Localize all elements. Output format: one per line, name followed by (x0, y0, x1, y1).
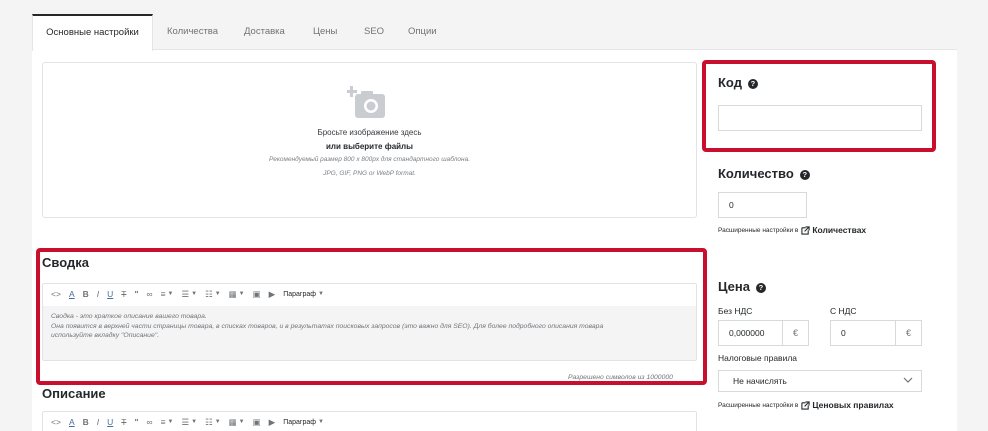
price-with-vat-value: 0 (841, 328, 846, 338)
italic-icon[interactable]: I (97, 417, 99, 427)
chevron-down-icon (903, 377, 913, 383)
text-color-icon[interactable]: A (69, 417, 75, 427)
quantity-title-text: Количество (718, 166, 794, 181)
paragraph-dropdown[interactable]: Параграф ▼ (283, 419, 324, 426)
image-dropzone[interactable]: Бросьте изображение здесь или выберите ф… (42, 62, 697, 218)
italic-icon[interactable]: I (97, 289, 99, 299)
quantity-input[interactable]: 0 (718, 192, 807, 218)
tax-rules-label: Налоговые правила (718, 353, 798, 363)
strikethrough-icon[interactable]: T (121, 289, 126, 299)
help-icon[interactable]: ? (755, 282, 766, 293)
tab-options[interactable]: Опции (408, 14, 437, 51)
align-icon[interactable]: ≡ ▼ (161, 417, 174, 427)
help-icon[interactable]: ? (799, 169, 810, 180)
price-without-vat-label: Без НДС (718, 306, 753, 316)
tab-shipping[interactable]: Доставка (244, 14, 285, 51)
quote-icon[interactable]: " (134, 289, 138, 299)
external-link-icon (801, 225, 810, 235)
external-link-icon (801, 400, 810, 410)
quantity-title: Количество? (718, 166, 810, 181)
media-icon[interactable]: ▶ (269, 417, 276, 428)
price-rules-link-text: Ценовых правилах (812, 400, 894, 410)
tab-quantities[interactable]: Количества (167, 14, 218, 51)
image-icon[interactable]: ▣ (253, 289, 261, 300)
currency-unit: € (895, 321, 921, 345)
tax-rules-value: Не начислять (733, 376, 787, 386)
strikethrough-icon[interactable]: T (121, 417, 126, 427)
summary-text-line: используйте вкладку "Описание". (51, 332, 160, 339)
tab-bar: Основные настройки Количества Доставка Ц… (32, 14, 957, 51)
numbered-list-icon[interactable]: ☷ ▼ (205, 417, 221, 428)
summary-toolbar: <> A B I U T " ∞ ≡ ▼ ☰ ▼ ☷ ▼ ▦ ▼ ▣ ▶ Парагра… (43, 284, 696, 304)
price-rules-link[interactable]: Ценовых правилах (801, 400, 894, 410)
description-toolbar: <> A B I U T " ∞ ≡ ▼ ☰ ▼ ☷ ▼ ▦ ▼ ▣ ▶ Парагра… (43, 412, 696, 431)
description-title: Описание (42, 386, 106, 401)
price-without-vat-input[interactable]: 0,000000 € (718, 320, 809, 346)
tax-rules-select[interactable]: Не начислять (718, 370, 922, 392)
dropzone-hint: Рекомендуемый размер 800 x 800px для ста… (268, 156, 471, 163)
currency-unit: € (782, 321, 808, 345)
paragraph-dropdown[interactable]: Параграф ▼ (283, 291, 324, 298)
image-icon[interactable]: ▣ (253, 417, 261, 428)
bullet-list-icon[interactable]: ☰ ▼ (181, 289, 197, 300)
code-input[interactable] (718, 105, 922, 131)
help-icon[interactable]: ? (747, 78, 758, 89)
dropzone-text: Бросьте изображение здесь (317, 128, 422, 137)
link-icon[interactable]: ∞ (147, 289, 153, 299)
bold-icon[interactable]: B (83, 289, 89, 299)
text-color-icon[interactable]: A (69, 289, 75, 299)
quantity-note-text: Расширенные настройки в (718, 226, 799, 234)
quote-icon[interactable]: " (134, 417, 138, 427)
dropzone-formats: JPG, GIF, PNG or WebP format. (323, 170, 416, 177)
bold-icon[interactable]: B (83, 417, 89, 427)
underline-icon[interactable]: U (107, 289, 113, 299)
bullet-list-icon[interactable]: ☰ ▼ (181, 417, 197, 428)
price-note-text: Расширенные настройки в (718, 401, 799, 409)
code-title: Код? (718, 75, 758, 90)
code-view-icon[interactable]: <> (51, 289, 61, 299)
tab-seo[interactable]: SEO (364, 14, 384, 51)
quantities-link-text: Количествах (812, 225, 867, 235)
add-image-icon (347, 86, 385, 118)
link-icon[interactable]: ∞ (147, 417, 153, 427)
quantity-note: Расширенные настройки в Количествах (718, 225, 866, 235)
code-title-text: Код (718, 75, 742, 90)
table-icon[interactable]: ▦ ▼ (229, 417, 245, 428)
quantities-link[interactable]: Количествах (801, 225, 866, 235)
summary-text-line: Она появится в верхней части страницы то… (51, 322, 604, 330)
table-icon[interactable]: ▦ ▼ (229, 289, 245, 300)
price-title-text: Цена (718, 279, 750, 294)
browse-files-link[interactable]: или выберите файлы (43, 142, 696, 151)
summary-editor[interactable]: <> A B I U T " ∞ ≡ ▼ ☰ ▼ ☷ ▼ ▦ ▼ ▣ ▶ Парагра… (42, 283, 697, 361)
align-icon[interactable]: ≡ ▼ (161, 289, 174, 299)
price-with-vat-label: С НДС (830, 306, 857, 316)
char-counter: Разрешено символов из 1000000 (568, 374, 673, 381)
numbered-list-icon[interactable]: ☷ ▼ (205, 289, 221, 300)
price-note: Расширенные настройки в Ценовых правилах (718, 400, 894, 410)
tab-basic-settings[interactable]: Основные настройки (32, 14, 153, 51)
tab-prices[interactable]: Цены (313, 14, 337, 51)
summary-text[interactable]: Сводка - это краткое описание вашего тов… (43, 306, 696, 360)
code-view-icon[interactable]: <> (51, 417, 61, 427)
price-with-vat-input[interactable]: 0 € (830, 320, 922, 346)
summary-title: Сводка (42, 255, 89, 270)
price-without-vat-value: 0,000000 (729, 328, 765, 338)
underline-icon[interactable]: U (107, 417, 113, 427)
media-icon[interactable]: ▶ (269, 289, 276, 300)
summary-text-line: Сводка - это краткое описание вашего тов… (51, 313, 207, 320)
price-title: Цена? (718, 279, 766, 294)
description-editor[interactable]: <> A B I U T " ∞ ≡ ▼ ☰ ▼ ☷ ▼ ▦ ▼ ▣ ▶ Парагра… (42, 411, 697, 431)
